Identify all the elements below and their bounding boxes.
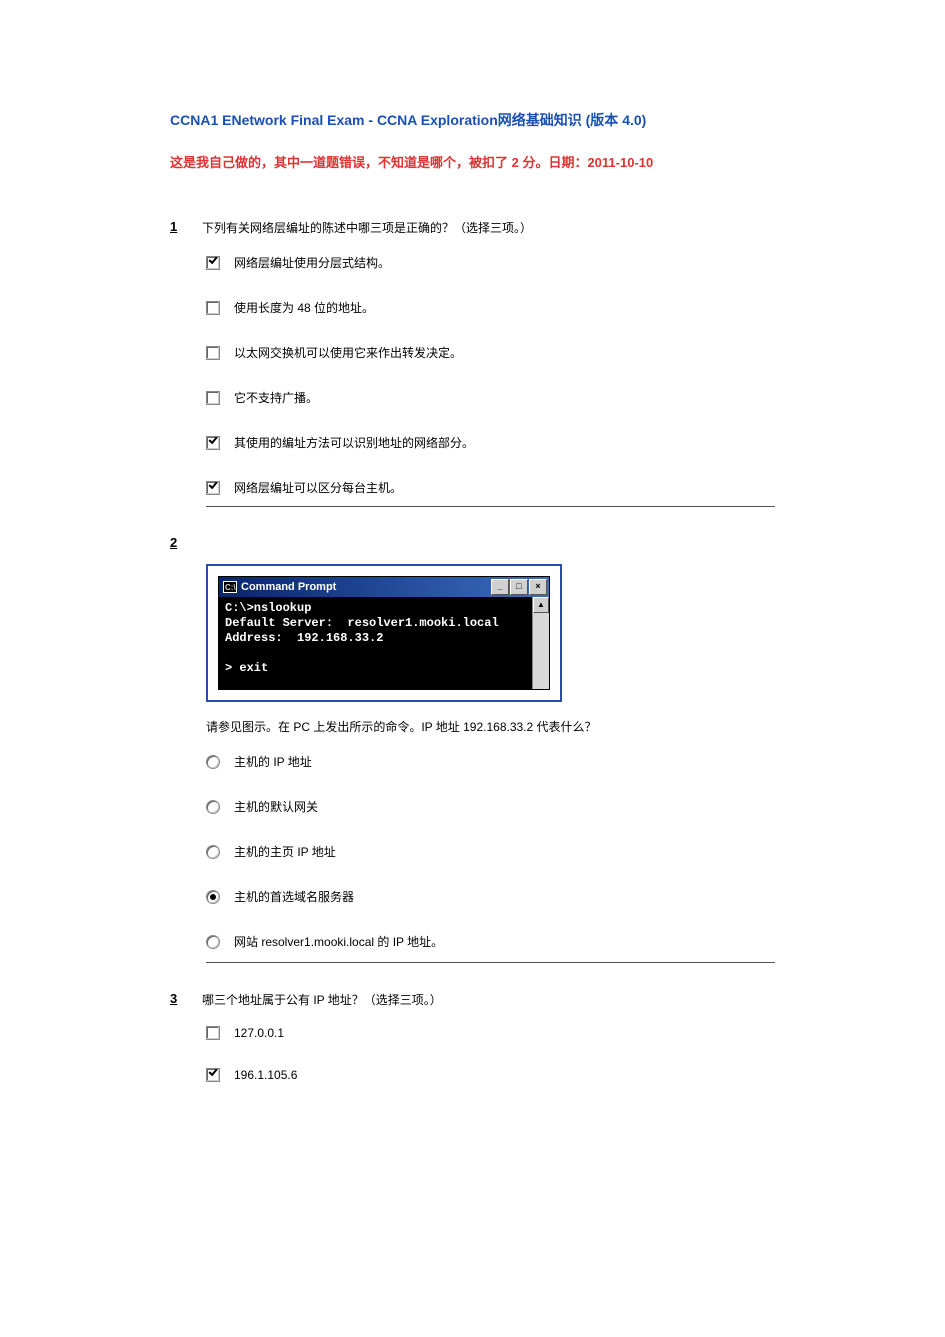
radio-icon[interactable]: [206, 800, 220, 814]
q2-option-4-label: 主机的首选域名服务器: [234, 888, 354, 905]
checkbox-icon[interactable]: [206, 256, 220, 270]
scroll-up-icon[interactable]: ▲: [533, 597, 549, 613]
checkbox-icon[interactable]: [206, 481, 220, 495]
q1-option-4[interactable]: 它不支持广播。: [206, 389, 775, 406]
divider: [206, 506, 775, 507]
q1-option-6-label: 网络层编址可以区分每台主机。: [234, 479, 402, 496]
q1-option-2-label: 使用长度为 48 位的地址。: [234, 299, 374, 316]
q2-option-5[interactable]: 网站 resolver1.mooki.local 的 IP 地址。: [206, 933, 775, 950]
checkbox-icon[interactable]: [206, 1068, 220, 1082]
q2-option-2-label: 主机的默认网关: [234, 798, 318, 815]
checkbox-icon[interactable]: [206, 301, 220, 315]
q2-option-3-label: 主机的主页 IP 地址: [234, 843, 336, 860]
question-1-text: 下列有关网络层编址的陈述中哪三项是正确的？（选择三项。）: [202, 219, 532, 236]
window-buttons: _ □ ×: [491, 579, 547, 595]
q1-option-3[interactable]: 以太网交换机可以使用它来作出转发决定。: [206, 344, 775, 361]
q1-option-6[interactable]: 网络层编址可以区分每台主机。: [206, 479, 775, 496]
radio-icon[interactable]: [206, 890, 220, 904]
cmd-window-title: Command Prompt: [241, 581, 336, 593]
question-1-number: 1: [170, 219, 186, 234]
cmd-body-wrap: C:\>nslookup Default Server: resolver1.m…: [219, 597, 549, 689]
page: CCNA1 ENetwork Final Exam - CCNA Explora…: [0, 0, 945, 1337]
checkbox-icon[interactable]: [206, 346, 220, 360]
q1-option-5-label: 其使用的编址方法可以识别地址的网络部分。: [234, 434, 474, 451]
q1-option-5[interactable]: 其使用的编址方法可以识别地址的网络部分。: [206, 434, 775, 451]
question-3-options: 127.0.0.1 196.1.105.6: [206, 1026, 775, 1082]
page-subtitle: 这是我自己做的，其中一道题错误，不知道是哪个，被扣了 2 分。日期：2011-1…: [170, 152, 775, 171]
q1-option-4-label: 它不支持广播。: [234, 389, 318, 406]
question-2-figure: C:\ Command Prompt _ □ × C:\>nslookup De…: [206, 564, 775, 950]
q1-option-1-label: 网络层编址使用分层式结构。: [234, 254, 390, 271]
q1-option-1[interactable]: 网络层编址使用分层式结构。: [206, 254, 775, 271]
question-2-text: 请参见图示。在 PC 上发出所示的命令。IP 地址 192.168.33.2 代…: [206, 718, 775, 735]
q2-option-2[interactable]: 主机的默认网关: [206, 798, 775, 815]
radio-icon[interactable]: [206, 935, 220, 949]
q3-option-1-label: 127.0.0.1: [234, 1026, 284, 1040]
question-3-number: 3: [170, 991, 186, 1006]
close-icon[interactable]: ×: [529, 579, 547, 595]
question-1: 1 下列有关网络层编址的陈述中哪三项是正确的？（选择三项。）: [170, 219, 775, 236]
q3-option-2-label: 196.1.105.6: [234, 1068, 297, 1082]
q1-option-2[interactable]: 使用长度为 48 位的地址。: [206, 299, 775, 316]
maximize-icon[interactable]: □: [510, 579, 528, 595]
checkbox-icon[interactable]: [206, 436, 220, 450]
q2-option-1-label: 主机的 IP 地址: [234, 753, 312, 770]
cmd-titlebar: C:\ Command Prompt _ □ ×: [219, 577, 549, 597]
question-2: 2: [170, 535, 775, 550]
page-title: CCNA1 ENetwork Final Exam - CCNA Explora…: [170, 110, 775, 130]
minimize-icon[interactable]: _: [491, 579, 509, 595]
q3-option-2[interactable]: 196.1.105.6: [206, 1068, 775, 1082]
q2-option-5-label: 网站 resolver1.mooki.local 的 IP 地址。: [234, 933, 443, 950]
cmd-icon: C:\: [223, 581, 237, 593]
checkbox-icon[interactable]: [206, 1026, 220, 1040]
q2-option-3[interactable]: 主机的主页 IP 地址: [206, 843, 775, 860]
divider: [206, 962, 775, 963]
question-3: 3 哪三个地址属于公有 IP 地址？（选择三项。）: [170, 991, 775, 1008]
q3-option-1[interactable]: 127.0.0.1: [206, 1026, 775, 1040]
radio-icon[interactable]: [206, 845, 220, 859]
q1-option-3-label: 以太网交换机可以使用它来作出转发决定。: [234, 344, 462, 361]
question-2-number: 2: [170, 535, 186, 550]
q2-option-4[interactable]: 主机的首选域名服务器: [206, 888, 775, 905]
cmd-prompt-figure: C:\ Command Prompt _ □ × C:\>nslookup De…: [206, 564, 562, 702]
cmd-output: C:\>nslookup Default Server: resolver1.m…: [219, 597, 532, 689]
checkbox-icon[interactable]: [206, 391, 220, 405]
cmd-window: C:\ Command Prompt _ □ × C:\>nslookup De…: [218, 576, 550, 690]
scrollbar[interactable]: ▲: [532, 597, 549, 689]
question-3-text: 哪三个地址属于公有 IP 地址？（选择三项。）: [202, 991, 442, 1008]
q2-option-1[interactable]: 主机的 IP 地址: [206, 753, 775, 770]
radio-icon[interactable]: [206, 755, 220, 769]
question-1-options: 网络层编址使用分层式结构。 使用长度为 48 位的地址。 以太网交换机可以使用它…: [206, 254, 775, 496]
